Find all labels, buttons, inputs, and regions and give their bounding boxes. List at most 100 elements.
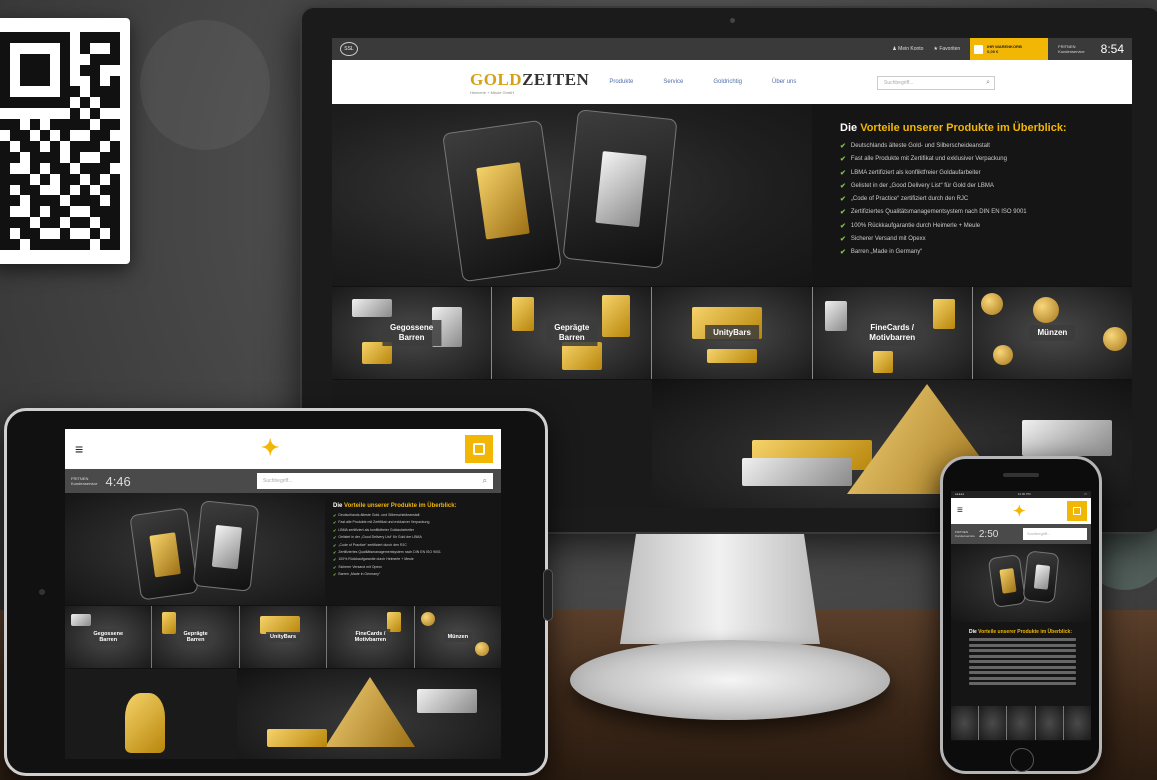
tablet-home-button[interactable] bbox=[543, 569, 553, 621]
gold-bar-case bbox=[987, 554, 1027, 608]
support-time: 4:46 bbox=[105, 473, 131, 489]
category-unitybars[interactable] bbox=[1007, 706, 1035, 740]
benefit-item: ✔ Zertifiziertes Qualitätsmanagementsyste… bbox=[333, 550, 501, 555]
benefit-text: Barren „Made in Germany“ bbox=[850, 249, 923, 256]
category-muenzen[interactable] bbox=[1063, 706, 1091, 740]
shopping-bag-icon bbox=[1073, 507, 1081, 515]
smartphone-device: ●●●●● 12:00 PM ▭ ≡ ✦ FRITNEN Kundenservice… bbox=[940, 456, 1102, 774]
hamburger-menu-icon[interactable]: ≡ bbox=[957, 506, 963, 516]
my-account-link[interactable]: ♟ Mein Konto bbox=[892, 46, 923, 52]
benefits-panel: Die Vorteile unserer Produkte im Überbli… bbox=[812, 104, 1132, 286]
shopping-bag-icon bbox=[473, 443, 485, 455]
benefit-item: ✔ LBMA zertifiziert als konfliktfreier Go… bbox=[840, 169, 1132, 177]
phone-support-bar: FRITNEN Kundenservice 2:50 Suchbegriff..… bbox=[951, 524, 1091, 544]
gold-ingot bbox=[149, 532, 181, 578]
category-gegossene-barren[interactable]: Gegossene Barren bbox=[332, 287, 492, 379]
benefit-item: ✔ „Code of Practice“ zertifiziert durch d… bbox=[840, 195, 1132, 203]
benefit-text: „Code of Practice“ zertifiziert durch de… bbox=[338, 542, 407, 547]
benefit-text: 100% Rückkaufgarantie durch Heimerle + M… bbox=[338, 557, 414, 562]
logo-main: GOLD bbox=[470, 69, 523, 89]
benefits-list: ✔ Deutschlands älteste Gold- und Silbersc… bbox=[840, 142, 1132, 256]
gold-runner-logo-icon[interactable]: ✦ bbox=[1013, 502, 1026, 520]
category-label: Münzen bbox=[443, 632, 473, 642]
hero-image-gold-bars[interactable] bbox=[332, 104, 812, 286]
nav-service[interactable]: Service bbox=[663, 79, 683, 85]
category-finecards-motivbarren[interactable] bbox=[1035, 706, 1063, 740]
hero-image-gold-bars[interactable] bbox=[65, 493, 325, 605]
search-placeholder: Suchbegriff... bbox=[884, 80, 914, 86]
benefit-item: ✔ Fast alle Produkte mit Zertifikat und e… bbox=[840, 155, 1132, 163]
phone-status-bar: ●●●●● 12:00 PM ▭ bbox=[951, 491, 1091, 498]
category-finecards-motivbarren[interactable]: FineCards / Motivbarren bbox=[812, 287, 972, 379]
category-unitybars[interactable]: UnityBars bbox=[239, 606, 327, 668]
pyramid-bars-banner[interactable] bbox=[237, 669, 501, 759]
category-muenzen[interactable]: Münzen bbox=[414, 606, 501, 668]
gold-figure-tile[interactable] bbox=[65, 669, 237, 759]
category-finecards-motivbarren[interactable]: FineCards / Motivbarren bbox=[327, 606, 414, 668]
nav-ueber-uns[interactable]: Über uns bbox=[772, 79, 796, 85]
gold-coin bbox=[1032, 297, 1059, 323]
silver-bar-case bbox=[562, 109, 678, 269]
gold-coin bbox=[1102, 327, 1127, 351]
benefit-line bbox=[969, 643, 1076, 647]
benefit-item: ✔ Gelistet in der „Good Delivery List“ fü… bbox=[840, 182, 1132, 190]
phone-header: ≡ ✦ bbox=[951, 498, 1091, 524]
checkmark-icon: ✔ bbox=[840, 196, 846, 204]
category-gegossene-barren[interactable] bbox=[951, 706, 979, 740]
cart-value: 0,00 € bbox=[987, 49, 999, 54]
category-muenzen[interactable]: Münzen bbox=[972, 287, 1132, 379]
support-time: 2:50 bbox=[978, 528, 999, 540]
silver-bar bbox=[1022, 420, 1112, 456]
benefit-item: ✔ Fast alle Produkte mit Zertifikat und e… bbox=[333, 520, 501, 525]
cart-button[interactable] bbox=[1067, 501, 1087, 521]
gold-coin bbox=[420, 612, 435, 626]
silver-bar bbox=[742, 458, 852, 486]
benefit-text: „Code of Practice“ zertifiziert durch de… bbox=[850, 196, 969, 203]
category-gepraegte-barren[interactable]: Geprägte Barren bbox=[492, 287, 652, 379]
cart-button[interactable]: IHR WARENKORB 0,00 € bbox=[970, 38, 1049, 60]
search-input[interactable]: Suchbegriff... ⌕ bbox=[877, 76, 995, 90]
phone-speaker bbox=[1003, 473, 1039, 477]
checkmark-icon: ✔ bbox=[840, 143, 846, 150]
support-label: Kundenservice bbox=[71, 481, 98, 486]
benefit-text: Gelistet in der „Good Delivery List“ für… bbox=[338, 535, 422, 540]
category-label: FineCards / Motivbarren bbox=[861, 320, 924, 346]
category-unitybars[interactable]: UnityBars bbox=[652, 287, 812, 379]
benefit-item: ✔ Barren „Made in Germany“ bbox=[840, 248, 1132, 256]
logo-accent: ZEITEN bbox=[522, 69, 590, 89]
hero-image-gold-bars[interactable] bbox=[951, 544, 1091, 622]
checkmark-icon: ✔ bbox=[333, 564, 337, 570]
nav-goldrichtig[interactable]: Goldrichtig bbox=[713, 79, 742, 85]
benefits-title: Die Vorteile unserer Produkte im Überbli… bbox=[840, 122, 1067, 134]
desktop-top-bar: SSL ♟ Mein Konto ★ Favoriten IHR WARENKO… bbox=[332, 38, 1132, 60]
nav-produkte[interactable]: Produkte bbox=[609, 79, 633, 85]
gold-bar bbox=[932, 299, 955, 329]
benefits-list: ✔ Deutschlands älteste Gold- und Silbersc… bbox=[333, 513, 501, 577]
search-icon[interactable]: ⌕ bbox=[986, 79, 990, 87]
gold-bar bbox=[162, 612, 177, 634]
benefit-item: ✔ Deutschlands älteste Gold- und Silbersc… bbox=[840, 142, 1132, 150]
benefit-line bbox=[969, 682, 1076, 685]
silver-bar bbox=[352, 299, 392, 317]
hamburger-menu-icon[interactable]: ≡ bbox=[75, 442, 83, 456]
site-logo[interactable]: GOLDZEITEN Heimerle + Meule GmbH bbox=[470, 70, 589, 95]
search-input[interactable]: Suchbegriff... bbox=[1023, 528, 1087, 540]
gold-coin bbox=[992, 345, 1013, 365]
tablet-screen: ≡ ✦ FRITNEN Kundenservice 4:46 Suchbegri… bbox=[65, 429, 501, 759]
category-gegossene-barren[interactable]: Gegossene Barren bbox=[65, 606, 152, 668]
category-label: FineCards / Motivbarren bbox=[350, 629, 391, 645]
category-gepraegte-barren[interactable] bbox=[979, 706, 1007, 740]
gold-runner-logo-icon[interactable]: ✦ bbox=[261, 435, 279, 461]
benefit-text: Deutschlands älteste Gold- und Silbersch… bbox=[850, 143, 990, 149]
search-icon[interactable]: ⌕ bbox=[483, 476, 487, 486]
category-gepraegte-barren[interactable]: Geprägte Barren bbox=[152, 606, 239, 668]
search-input[interactable]: Suchbegriff... ⌕ bbox=[257, 473, 493, 489]
cart-button[interactable] bbox=[465, 435, 493, 463]
phone-home-button[interactable] bbox=[1010, 748, 1034, 772]
gold-bar bbox=[602, 295, 631, 337]
main-navigation: Produkte Service Goldrichtig Über uns bbox=[609, 79, 796, 85]
category-label: Geprägte Barren bbox=[546, 320, 598, 346]
favorites-link[interactable]: ★ Favoriten bbox=[933, 46, 960, 52]
qr-code-icon[interactable] bbox=[0, 18, 130, 264]
benefit-line bbox=[969, 654, 1076, 658]
